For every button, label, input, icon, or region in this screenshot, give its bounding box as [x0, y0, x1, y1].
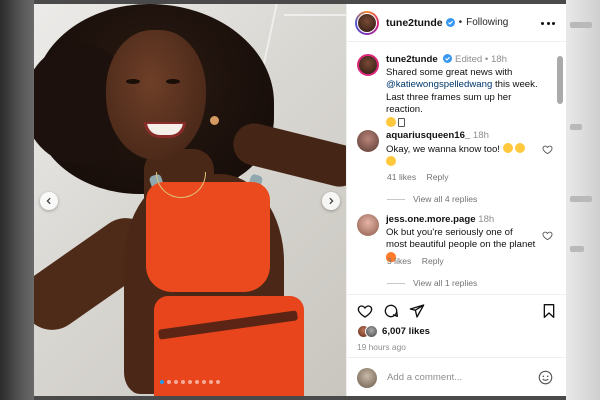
- emoji-icon[interactable]: [538, 370, 553, 385]
- carousel-dot: [216, 380, 220, 384]
- likes-summary[interactable]: 6,007 likes: [357, 325, 430, 338]
- share-icon[interactable]: [409, 303, 425, 319]
- carousel-dot: [195, 380, 199, 384]
- unsupported-emoji-icon: [398, 117, 405, 127]
- carousel-dot: [209, 380, 213, 384]
- post-photo[interactable]: [34, 4, 346, 396]
- carousel-dot: [181, 380, 185, 384]
- smile-emoji-icon: [502, 142, 513, 153]
- view-replies-button[interactable]: View all 1 replies: [387, 278, 477, 288]
- like-comment-heart-icon[interactable]: [542, 230, 553, 241]
- heart-icon[interactable]: [357, 303, 373, 319]
- caption-mention-link[interactable]: @katiewongspelledwang: [386, 79, 492, 90]
- separator-dot: •: [458, 17, 463, 28]
- comment-text: Okay, we wanna know too!: [386, 143, 503, 155]
- comments-feed[interactable]: tune2tunde Edited • 18h Shared some grea…: [347, 44, 566, 294]
- comment-item: jess.one.more.page 18h Ok but you're ser…: [357, 214, 553, 265]
- carousel-dot: [202, 380, 206, 384]
- view-replies-button[interactable]: View all 4 replies: [387, 194, 477, 204]
- post-side-panel: tune2tunde • Following tune2tunde Edited…: [346, 4, 566, 396]
- reply-button[interactable]: Reply: [427, 172, 449, 182]
- caption: tune2tunde Edited • 18h Shared some grea…: [357, 54, 549, 130]
- following-button[interactable]: Following: [466, 17, 508, 28]
- comment-item: aquariusqueen16_ 18h Okay, we wanna know…: [357, 130, 553, 170]
- comment-likes[interactable]: 41 likes: [387, 172, 416, 182]
- laughing-emoji-icon: [514, 142, 525, 153]
- commenter-username[interactable]: aquariusqueen16_: [386, 130, 470, 141]
- author-avatar[interactable]: [355, 10, 379, 35]
- verified-icon: [443, 54, 453, 63]
- previous-slide-button[interactable]: [40, 192, 58, 210]
- next-slide-button[interactable]: [322, 192, 340, 210]
- instagram-post: tune2tunde • Following tune2tunde Edited…: [34, 4, 566, 396]
- add-comment-input[interactable]: Add a comment...: [387, 372, 462, 383]
- comment-meta: 41 likes Reply: [387, 172, 457, 182]
- comments-scrollbar[interactable]: [557, 56, 563, 104]
- bookmark-icon[interactable]: [541, 303, 557, 319]
- carousel-indicator: [160, 380, 220, 384]
- background-blur-right: [566, 0, 600, 400]
- caption-avatar[interactable]: [357, 54, 379, 76]
- carousel-dot: [174, 380, 178, 384]
- commenter-avatar[interactable]: [357, 214, 379, 236]
- commenter-avatar[interactable]: [357, 130, 379, 152]
- more-options-icon[interactable]: [541, 17, 555, 29]
- liker-avatar: [365, 325, 378, 338]
- verified-icon: [445, 18, 455, 27]
- comment-icon[interactable]: [383, 303, 399, 319]
- background-blur-left: [0, 0, 34, 400]
- post-time: 19 hours ago: [357, 342, 406, 352]
- commenter-username[interactable]: jess.one.more.page: [386, 214, 476, 225]
- comment-time: 18h: [472, 130, 489, 141]
- chevron-left-icon: [46, 197, 51, 205]
- add-comment-bar[interactable]: Add a comment...: [347, 357, 566, 396]
- chevron-right-icon: [329, 197, 334, 205]
- caption-edited: Edited: [455, 54, 483, 65]
- caption-text-start: Shared some great news with: [386, 66, 513, 78]
- comment-time: 18h: [478, 214, 495, 225]
- likes-count[interactable]: 6,007 likes: [382, 326, 430, 337]
- comment-text: Ok but you're seriously one of most beau…: [386, 226, 536, 251]
- laughing-emoji-icon: [386, 156, 396, 166]
- reply-button[interactable]: Reply: [422, 256, 444, 266]
- author-username[interactable]: tune2tunde: [386, 17, 443, 29]
- post-header: tune2tunde • Following: [347, 4, 566, 42]
- caption-username[interactable]: tune2tunde: [386, 54, 438, 65]
- comment-meta: 3 likes Reply: [387, 256, 452, 266]
- laughing-emoji-icon: [386, 116, 396, 127]
- caption-time: 18h: [490, 54, 507, 65]
- carousel-dot: [188, 380, 192, 384]
- post-actions: 6,007 likes 19 hours ago Add a comment..…: [347, 294, 566, 396]
- comment-likes[interactable]: 3 likes: [387, 256, 411, 266]
- like-comment-heart-icon[interactable]: [542, 144, 553, 155]
- carousel-dot: [167, 380, 171, 384]
- current-user-avatar: [357, 367, 377, 388]
- carousel-dot: [160, 380, 164, 384]
